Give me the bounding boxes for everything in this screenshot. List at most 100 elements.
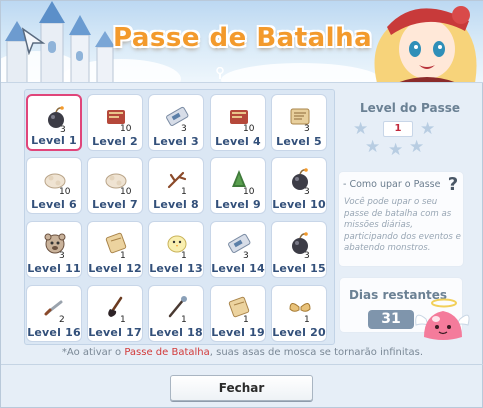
reward-level-label: Level 13 — [149, 262, 203, 275]
page-title: Passe de Batalha — [113, 23, 373, 53]
help-title: - Como upar o Passe — [343, 179, 441, 190]
reward-level-label: Level 9 — [215, 198, 261, 211]
reward-level-label: Level 15 — [272, 262, 326, 275]
reward-level-label: Level 12 — [88, 262, 142, 275]
key-icon — [216, 67, 224, 79]
reward-level-label: Level 19 — [211, 326, 265, 339]
reward-cell-level-16[interactable]: 2 Level 16 — [26, 285, 82, 342]
reward-quantity: 3 — [304, 187, 310, 197]
bomb-pouch-icon — [292, 232, 308, 254]
reward-quantity: 1 — [120, 315, 126, 325]
reward-quantity: 10 — [59, 187, 71, 197]
note-prefix: *Ao ativar o — [61, 347, 125, 358]
reward-quantity: 3 — [181, 124, 187, 134]
star-icon: ★ — [420, 119, 436, 139]
reward-level-label: Level 18 — [149, 326, 203, 339]
reward-cell-level-9[interactable]: 10 Level 9 — [210, 157, 266, 214]
bomb-pouch-icon — [292, 168, 308, 190]
reward-cell-level-6[interactable]: 10 Level 6 — [26, 157, 82, 214]
dagger-icon — [44, 300, 63, 316]
reward-quantity: 1 — [120, 251, 126, 261]
reward-cell-level-1[interactable]: 3 Level 1 — [26, 94, 82, 151]
close-button[interactable]: Fechar — [170, 375, 313, 401]
reward-cell-level-4[interactable]: 10 Level 4 — [210, 94, 266, 151]
reward-level-label: Level 20 — [272, 326, 326, 339]
reward-quantity: 3 — [304, 251, 310, 261]
bomb-pouch-icon — [48, 106, 64, 128]
reward-quantity: 3 — [59, 251, 65, 261]
help-question-button[interactable]: ? — [444, 172, 462, 195]
reward-cell-level-15[interactable]: 3 Level 15 — [271, 221, 327, 278]
scroll-icon — [105, 232, 127, 254]
days-remaining-value: 31 — [368, 310, 414, 329]
reward-quantity: 10 — [243, 124, 255, 134]
reward-quantity: 1 — [181, 315, 187, 325]
reward-level-label: Level 2 — [92, 135, 138, 148]
help-card: - Como upar o Passe ? Você pode upar o s… — [338, 171, 464, 267]
ticket-icon — [228, 233, 251, 253]
reward-quantity: 1 — [181, 187, 187, 197]
branch-icon — [167, 171, 187, 189]
reward-quantity: 1 — [181, 251, 187, 261]
angel-poring-mascot — [415, 298, 470, 340]
back-arrow-icon — [21, 27, 46, 56]
reward-level-label: Level 16 — [27, 326, 81, 339]
svg-text:?: ? — [448, 174, 458, 194]
reward-quantity: 1 — [243, 315, 249, 325]
reward-cell-level-18[interactable]: 1 Level 18 — [148, 285, 204, 342]
reward-cell-level-2[interactable]: 10 Level 2 — [87, 94, 143, 151]
chick-hat-icon — [167, 235, 187, 253]
note-suffix: , suas asas de mosca se tornarão infinit… — [209, 347, 424, 358]
staff-icon — [168, 296, 187, 318]
reward-cell-level-10[interactable]: 3 Level 10 — [271, 157, 327, 214]
reward-cell-level-12[interactable]: 1 Level 12 — [87, 221, 143, 278]
battle-pass-window: Passe de Batalha 3 Level 1 10 Level 2 3 Level… — [0, 0, 483, 408]
reward-level-label: Level 1 — [31, 134, 77, 147]
scroll-icon — [228, 296, 250, 318]
reward-cell-level-7[interactable]: 10 Level 7 — [87, 157, 143, 214]
ticket-icon — [166, 106, 189, 126]
header-banner: Passe de Batalha — [1, 1, 483, 83]
footer-divider — [1, 364, 483, 365]
star-icon: ★ — [388, 140, 404, 160]
scroll-map-icon — [290, 108, 310, 125]
wings-icon — [289, 303, 311, 312]
note-highlight: Passe de Batalha — [124, 347, 210, 358]
reward-cell-level-20[interactable]: 1 Level 20 — [271, 285, 327, 342]
reward-level-label: Level 5 — [276, 135, 322, 148]
star-icon: ★ — [409, 137, 425, 157]
reward-cell-level-5[interactable]: 3 Level 5 — [271, 94, 327, 151]
mascot-girl-illustration — [374, 6, 477, 82]
reward-level-label: Level 14 — [211, 262, 265, 275]
back-arrow-button[interactable] — [19, 27, 47, 56]
reward-level-label: Level 7 — [92, 198, 138, 211]
reward-level-label: Level 11 — [27, 262, 81, 275]
reward-level-label: Level 4 — [215, 135, 261, 148]
infinite-wings-note: *Ao ativar o Passe de Batalha, suas asas… — [1, 347, 483, 358]
star-icon: ★ — [365, 137, 381, 157]
reward-cell-level-19[interactable]: 1 Level 19 — [210, 285, 266, 342]
reward-level-label: Level 6 — [31, 198, 77, 211]
reward-quantity: 10 — [243, 187, 255, 197]
reward-cell-level-11[interactable]: 3 Level 11 — [26, 221, 82, 278]
star-icon: ★ — [353, 119, 369, 139]
help-text: Você pode upar o seu passe de batalha co… — [344, 197, 461, 253]
reward-level-label: Level 3 — [153, 135, 199, 148]
reward-quantity: 3 — [304, 124, 310, 134]
pass-level-value: 1 — [383, 121, 413, 137]
pass-level-title: Level do Passe — [359, 101, 461, 115]
reward-cell-level-13[interactable]: 1 Level 13 — [148, 221, 204, 278]
reward-cell-level-8[interactable]: 1 Level 8 — [148, 157, 204, 214]
reward-level-label: Level 10 — [272, 198, 326, 211]
reward-quantity: 10 — [120, 187, 132, 197]
reward-cell-level-3[interactable]: 3 Level 3 — [148, 94, 204, 151]
reward-quantity: 1 — [304, 315, 310, 325]
reward-cell-level-14[interactable]: 3 Level 14 — [210, 221, 266, 278]
broom-icon — [108, 296, 123, 317]
reward-quantity: 10 — [120, 124, 132, 134]
reward-cell-level-17[interactable]: 1 Level 17 — [87, 285, 143, 342]
reward-quantity: 3 — [243, 251, 249, 261]
reward-quantity: 2 — [59, 315, 65, 325]
question-mark-icon: ? — [448, 174, 458, 195]
reward-level-label: Level 17 — [88, 326, 142, 339]
